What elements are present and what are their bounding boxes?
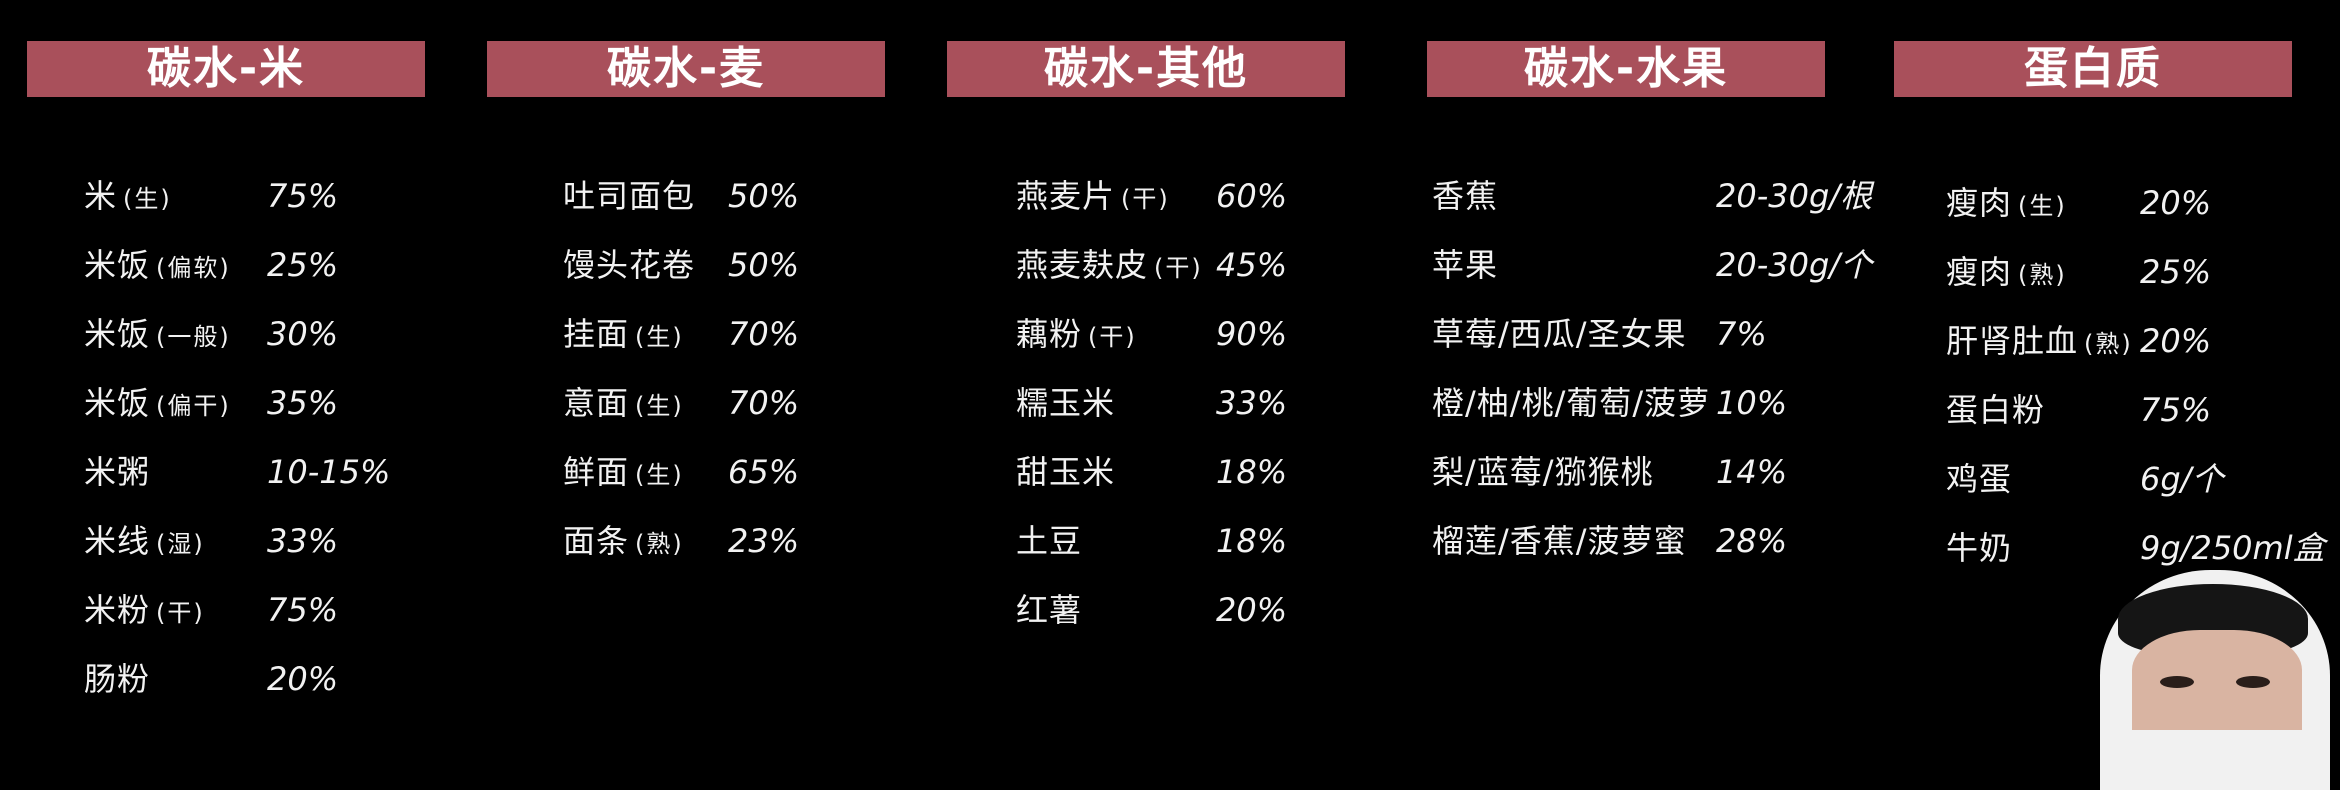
item-value: 65% [728,453,800,491]
item-name: 米粥 [84,453,151,491]
item-value: 10-15% [267,453,391,491]
item-name: 草莓/西瓜/圣女果 [1432,315,1687,353]
item-value: 75% [267,177,339,215]
item-value: 20-30g/个 [1716,246,1873,284]
item-name: 鸡蛋 [1946,460,2013,498]
item-value: 50% [728,177,800,215]
item-value: 9g/250ml盒 [2140,529,2325,567]
item-value: 45% [1216,246,1288,284]
item-value: 33% [267,522,339,560]
item-value: 33% [1216,384,1288,422]
item-name: 肝肾肚血 (熟) [1946,322,2133,360]
item-value: 20% [1216,591,1288,629]
item-name: 米饭 (一般) [84,315,231,353]
item-value: 20% [2140,322,2212,360]
item-name: 瘦肉 (熟) [1946,253,2067,291]
item-value: 75% [2140,391,2212,429]
item-name: 馒头花卷 [563,246,696,284]
item-name: 瘦肉 (生) [1946,184,2067,222]
item-value: 20-30g/根 [1716,177,1873,215]
item-value: 50% [728,246,800,284]
item-value: 7% [1716,315,1767,353]
item-name: 榴莲/香蕉/菠萝蜜 [1432,522,1687,560]
item-name: 甜玉米 [1016,453,1116,491]
item-name: 燕麦麸皮 (干) [1016,246,1203,284]
item-name: 米粉 (干) [84,591,205,629]
item-name: 红薯 [1016,591,1083,629]
item-name: 蛋白粉 [1946,391,2046,429]
item-value: 20% [2140,184,2212,222]
header-carb-other: 碳水-其他 [947,41,1345,97]
item-value: 70% [728,315,800,353]
item-value: 20% [267,660,339,698]
item-name: 藕粉 (干) [1016,315,1137,353]
item-value: 18% [1216,522,1288,560]
item-value: 90% [1216,315,1288,353]
item-value: 35% [267,384,339,422]
item-name: 糯玉米 [1016,384,1116,422]
header-carb-fruit: 碳水-水果 [1427,41,1825,97]
item-name: 苹果 [1432,246,1499,284]
item-name: 挂面 (生) [563,315,684,353]
item-name: 米线 (湿) [84,522,205,560]
item-name: 米 (生) [84,177,172,215]
item-name: 梨/蓝莓/猕猴桃 [1432,453,1654,491]
presenter-face [2132,630,2302,730]
item-value: 6g/个 [2140,460,2224,498]
item-name: 面条 (熟) [563,522,684,560]
header-protein: 蛋白质 [1894,41,2292,97]
item-value: 75% [267,591,339,629]
item-value: 28% [1716,522,1788,560]
item-name: 土豆 [1016,522,1083,560]
header-carb-rice: 碳水-米 [27,41,425,97]
item-value: 23% [728,522,800,560]
item-value: 10% [1716,384,1788,422]
presenter-eye-left [2160,676,2194,688]
item-name: 鲜面 (生) [563,453,684,491]
item-name: 米饭 (偏软) [84,246,231,284]
item-name: 橙/柚/桃/葡萄/菠萝 [1432,384,1711,422]
item-value: 25% [2140,253,2212,291]
item-value: 60% [1216,177,1288,215]
header-carb-wheat: 碳水-麦 [487,41,885,97]
item-value: 30% [267,315,339,353]
item-name: 牛奶 [1946,529,2013,567]
item-name: 意面 (生) [563,384,684,422]
item-value: 70% [728,384,800,422]
item-value: 14% [1716,453,1788,491]
item-name: 燕麦片 (干) [1016,177,1170,215]
item-name: 米饭 (偏干) [84,384,231,422]
item-value: 18% [1216,453,1288,491]
item-name: 香蕉 [1432,177,1499,215]
item-name: 吐司面包 [563,177,696,215]
item-value: 25% [267,246,339,284]
presenter-eye-right [2236,676,2270,688]
item-name: 肠粉 [84,660,151,698]
